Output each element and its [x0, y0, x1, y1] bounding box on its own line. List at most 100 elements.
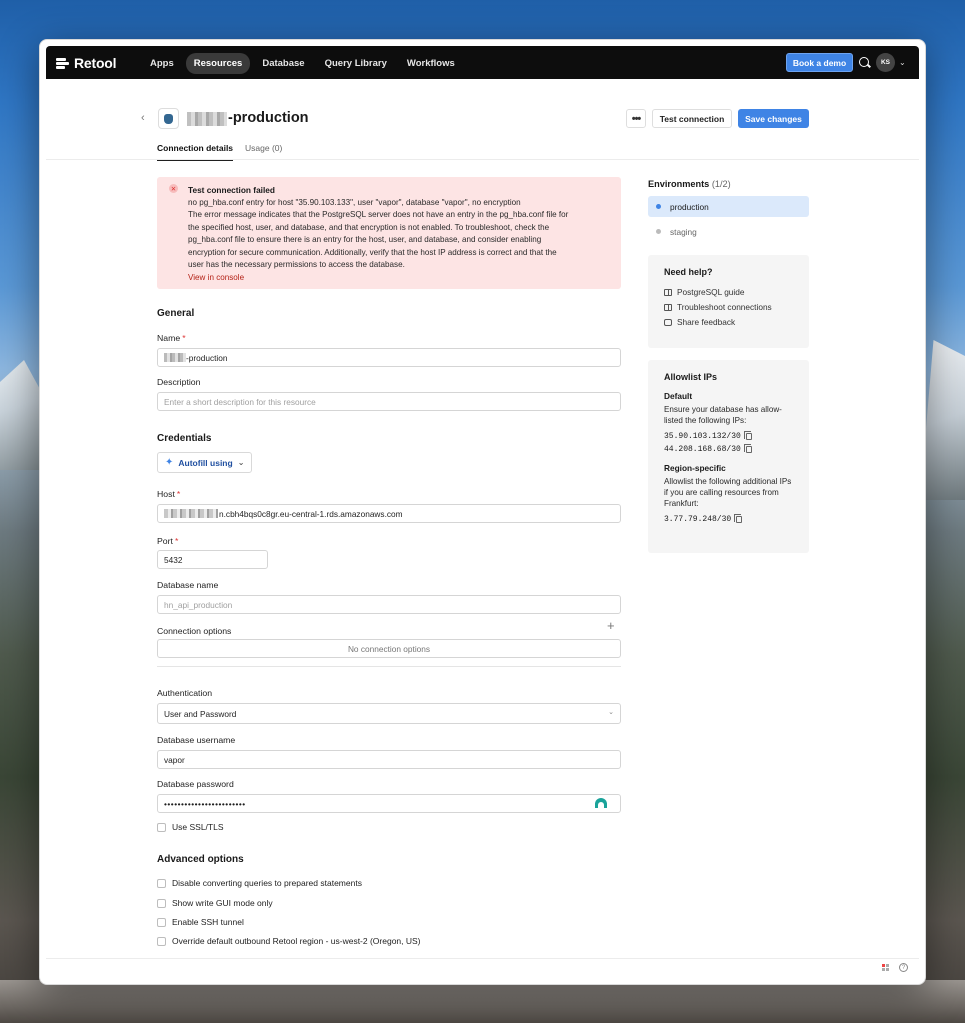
book-demo-button[interactable]: Book a demo [786, 53, 853, 72]
advanced-options-heading: Advanced options [157, 854, 244, 865]
help-icon[interactable]: ? [899, 963, 908, 972]
need-help-card: Need help? PostgreSQL guide Troubleshoot… [648, 255, 809, 348]
postgresql-icon [158, 108, 179, 129]
page-title: -production [228, 110, 309, 126]
host-input[interactable]: n.cbh4bqs0c8gr.eu-central-1.rds.amazonaw… [157, 504, 621, 523]
error-line: The error message indicates that the Pos… [188, 210, 569, 219]
username-input[interactable]: vapor [157, 750, 621, 769]
connection-options-empty: No connection options [157, 639, 621, 658]
authentication-select[interactable]: User and Password ⌄ [157, 703, 621, 724]
advanced-option-row[interactable]: Override default outbound Retool region … [157, 936, 421, 946]
copy-icon[interactable] [743, 444, 752, 453]
add-option-icon[interactable]: + [607, 618, 615, 633]
error-line: encryption for secure communication. Add… [188, 247, 557, 257]
port-label: Port * [157, 536, 179, 546]
test-connection-button[interactable]: Test connection [652, 109, 732, 128]
status-dot [656, 229, 661, 234]
error-alert: ✕ Test connection failed no pg_hba.conf … [157, 177, 621, 289]
ip-address: 35.90.103.132/30 [664, 431, 793, 441]
name-label: Name * [157, 333, 186, 343]
advanced-option-row[interactable]: Show write GUI mode only [157, 898, 273, 908]
autofill-button[interactable]: ✦ Autofill using ⌄ [157, 452, 252, 473]
default-text: Ensure your database has allow-listed th… [664, 405, 782, 425]
database-name-input[interactable]: hn_api_production [157, 595, 621, 614]
copy-icon[interactable] [734, 514, 743, 523]
database-name-label: Database name [157, 580, 219, 590]
footer-divider [46, 958, 919, 959]
error-line: the specified host, user, and database, … [188, 222, 550, 232]
option-checkbox[interactable] [157, 936, 166, 946]
ssl-checkbox-row[interactable]: Use SSL/TLS [157, 822, 224, 832]
nav-items: Apps Resources Database Query Library Wo… [142, 53, 463, 74]
credentials-heading: Credentials [157, 433, 212, 444]
tabs-divider [46, 159, 919, 160]
postgresql-guide-link[interactable]: PostgreSQL guide [664, 287, 793, 297]
brand-name: Retool [74, 55, 117, 71]
chevron-down-icon: ⌄ [608, 709, 614, 716]
app-root: Retool Apps Resources Database Query Lib… [46, 46, 919, 978]
advanced-option-row[interactable]: Enable SSH tunnel [157, 917, 244, 927]
more-options-button[interactable]: ••• [626, 109, 646, 128]
region-text: Allowlist the following additional IPs i… [664, 477, 792, 508]
copy-icon[interactable] [743, 431, 752, 440]
option-checkbox[interactable] [157, 898, 166, 908]
share-feedback-link[interactable]: Share feedback [664, 317, 793, 327]
back-chevron-icon[interactable]: ‹ [141, 112, 145, 124]
top-navigation: Retool Apps Resources Database Query Lib… [46, 46, 919, 79]
option-checkbox[interactable] [157, 917, 166, 927]
error-line: pg_hba.conf file to ensure there is an e… [188, 235, 542, 244]
username-label: Database username [157, 735, 236, 745]
nav-item-database[interactable]: Database [254, 53, 312, 74]
option-checkbox[interactable] [157, 878, 166, 888]
nav-item-query-library[interactable]: Query Library [317, 53, 395, 74]
host-label: Host * [157, 489, 181, 499]
password-label: Database password [157, 779, 234, 789]
search-icon[interactable] [859, 57, 869, 67]
redacted-text [164, 353, 186, 362]
environment-staging[interactable]: staging [648, 221, 809, 242]
error-title: Test connection failed [188, 185, 275, 195]
password-manager-icon[interactable] [595, 798, 607, 808]
status-dot [656, 204, 661, 209]
redacted-text [164, 509, 218, 518]
error-icon: ✕ [169, 184, 178, 193]
authentication-label: Authentication [157, 688, 213, 698]
redacted-name [187, 112, 227, 126]
nav-item-apps[interactable]: Apps [142, 53, 182, 74]
general-heading: General [157, 308, 195, 319]
browser-window: Retool Apps Resources Database Query Lib… [39, 39, 926, 985]
chevron-down-icon[interactable]: ⌄ [899, 58, 906, 67]
nav-item-resources[interactable]: Resources [185, 53, 251, 74]
error-line: no pg_hba.conf entry for host "35.90.103… [188, 197, 521, 207]
retool-logo-icon [56, 57, 69, 70]
default-heading: Default [664, 391, 693, 401]
description-input[interactable]: Enter a short description for this resou… [157, 392, 621, 411]
chevron-down-icon: ⌄ [237, 458, 245, 467]
ssl-checkbox[interactable] [157, 822, 166, 832]
section-divider [157, 666, 621, 667]
ssl-label: Use SSL/TLS [172, 822, 224, 832]
error-line: user has the necessary permissions to ac… [188, 260, 405, 269]
ip-address: 3.77.79.248/30 [664, 514, 793, 524]
password-input[interactable]: •••••••••••••••••••••••• [157, 794, 621, 813]
port-input[interactable]: 5432 [157, 550, 268, 569]
save-changes-button[interactable]: Save changes [738, 109, 809, 128]
environment-production[interactable]: production [648, 196, 809, 217]
help-heading: Need help? [664, 267, 713, 277]
view-in-console-link[interactable]: View in console [188, 272, 611, 285]
troubleshoot-link[interactable]: Troubleshoot connections [664, 302, 793, 312]
chat-icon [664, 318, 672, 326]
allowlist-card: Allowlist IPs Default Ensure your databa… [648, 360, 809, 553]
retool-logo[interactable]: Retool [56, 55, 117, 71]
environments-heading: Environments (1/2) [648, 179, 731, 189]
status-grid-icon[interactable] [882, 964, 890, 972]
sparkle-icon: ✦ [165, 457, 174, 468]
advanced-option-row[interactable]: Disable converting queries to prepared s… [157, 878, 362, 888]
avatar[interactable]: KS [876, 53, 895, 72]
name-input[interactable]: -production [157, 348, 621, 367]
connection-options-label: Connection options [157, 626, 232, 636]
nav-item-workflows[interactable]: Workflows [399, 53, 463, 74]
background-rocks [0, 980, 965, 1023]
description-label: Description [157, 377, 201, 387]
background-mountain-right [920, 340, 965, 500]
